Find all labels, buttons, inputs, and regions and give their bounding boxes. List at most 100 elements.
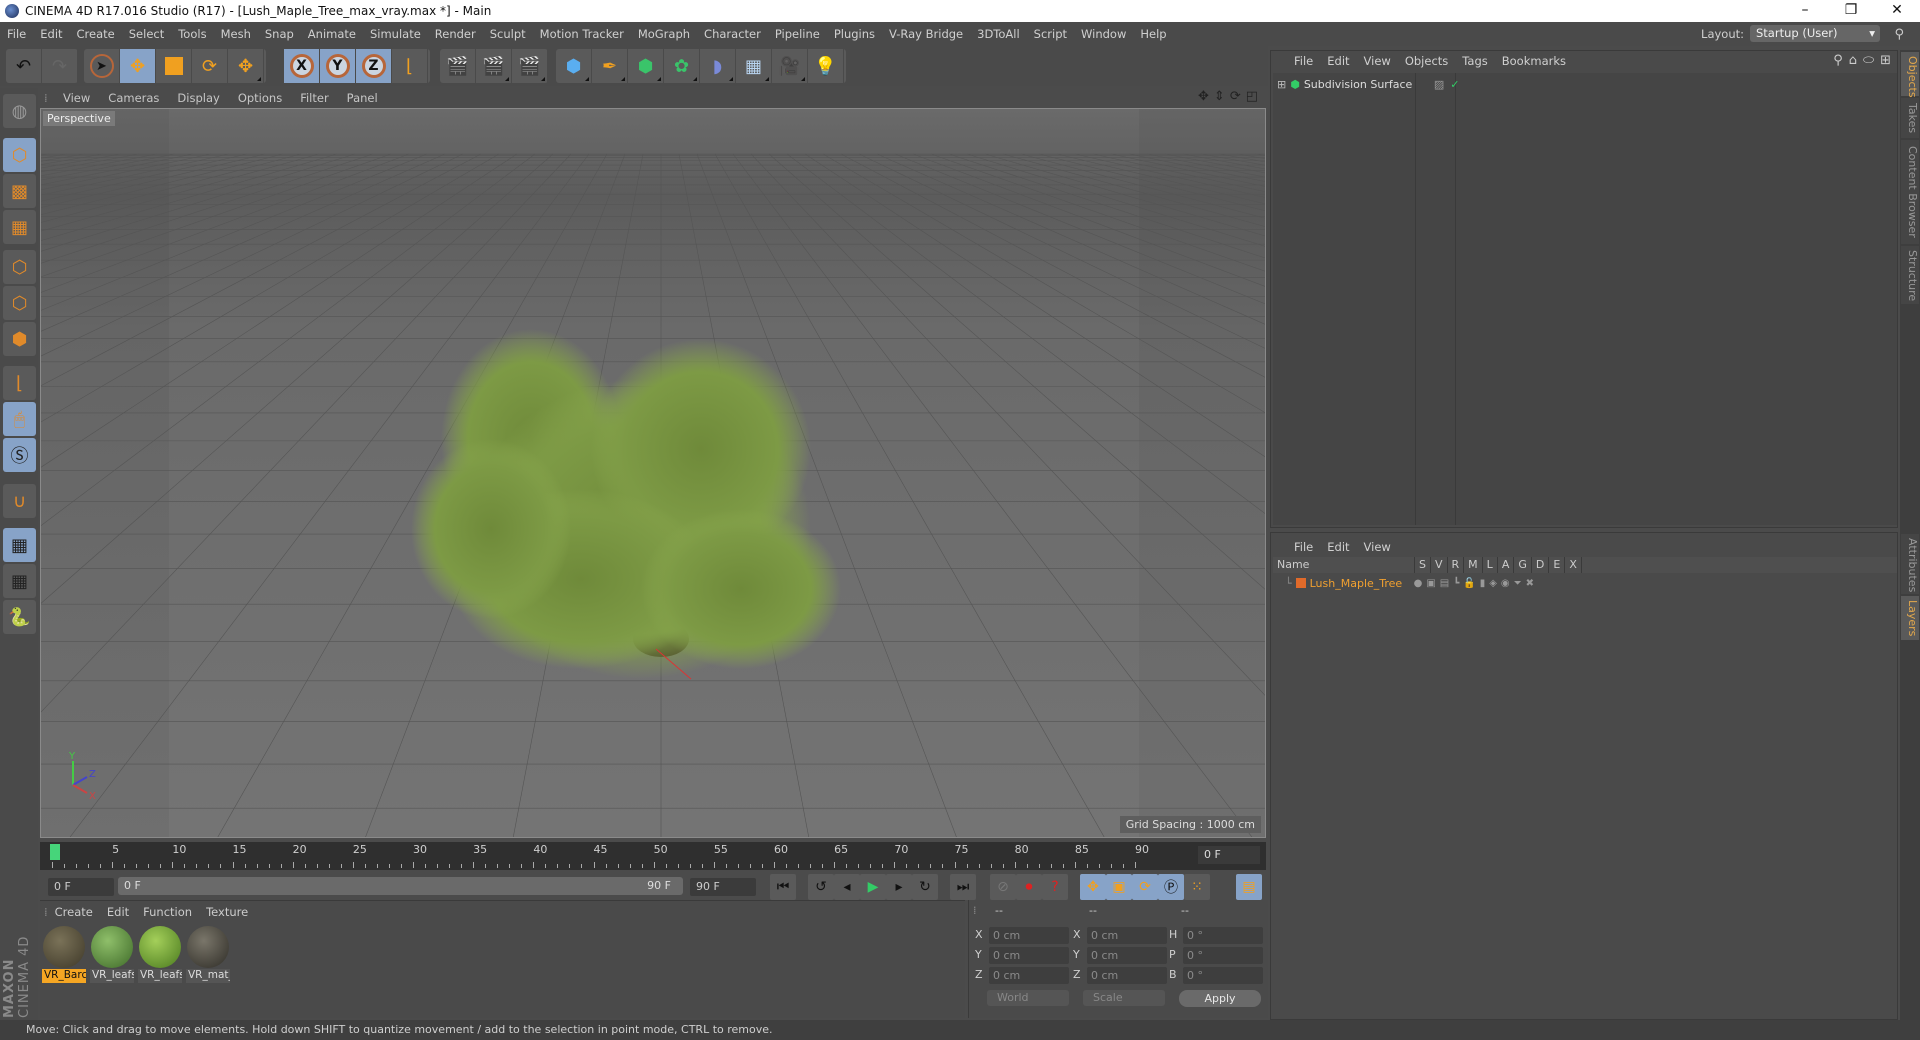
maximize-view-icon[interactable]: ◰ (1246, 89, 1258, 104)
redo-icon[interactable]: ↷ (42, 49, 78, 83)
size-z-field[interactable]: 0 cm (1087, 967, 1167, 984)
grip-icon[interactable]: ⁞ (973, 904, 977, 917)
timeline-ruler[interactable]: 051015202530354045505560657075808590 (40, 842, 1190, 870)
om-menu-view[interactable]: View (1357, 54, 1398, 68)
menu-edit[interactable]: Edit (33, 27, 69, 41)
undo-icon[interactable]: ↶ (6, 49, 42, 83)
tab-content-browser[interactable]: Content Browser (1901, 140, 1919, 244)
tab-attributes[interactable]: Attributes (1901, 534, 1919, 594)
grip-icon[interactable]: ⁞ (40, 91, 54, 105)
floor-icon[interactable]: ▦ (736, 49, 772, 83)
pos-x-field[interactable]: 0 cm (989, 927, 1069, 944)
goto-end-button[interactable]: ⏭ (950, 874, 976, 900)
key-position-button[interactable]: ✥ (1080, 874, 1106, 900)
om-menu-file[interactable]: File (1287, 54, 1320, 68)
menu-animate[interactable]: Animate (301, 27, 363, 41)
move-last-icon[interactable]: ✥ (228, 49, 264, 83)
key-pla-button[interactable]: ⁙ (1184, 874, 1210, 900)
material-item[interactable]: VR_leafs (138, 925, 182, 983)
snap-magnet-icon[interactable]: ∪ (3, 484, 36, 518)
viewport-menu-cameras[interactable]: Cameras (99, 91, 168, 105)
om-menu-tags[interactable]: Tags (1455, 54, 1494, 68)
col-animation[interactable]: A (1498, 557, 1515, 573)
prev-key-button[interactable]: ↺ (808, 874, 834, 900)
col-view[interactable]: V (1431, 557, 1448, 573)
end-frame-field[interactable]: 90 F (690, 878, 756, 896)
tab-layers[interactable]: Layers (1901, 596, 1919, 640)
autokey-button[interactable]: ⏺ (1016, 874, 1042, 900)
timeline-window-button[interactable]: ▤ (1236, 874, 1262, 900)
material-menu-edit[interactable]: Edit (100, 905, 136, 919)
frame-range-slider[interactable]: 0 F 90 F (118, 877, 683, 895)
render-picture-viewer-icon[interactable]: 🎬 (476, 49, 512, 83)
menu-3dtoall[interactable]: 3DToAll (970, 27, 1027, 41)
rot-h-field[interactable]: 0 ° (1183, 927, 1263, 944)
y-axis-lock[interactable]: Y (320, 49, 356, 83)
play-button[interactable]: ▶ (860, 874, 886, 900)
search-icon[interactable]: ⚲ (1894, 27, 1904, 42)
om-menu-bookmarks[interactable]: Bookmarks (1495, 54, 1573, 68)
object-name[interactable]: Subdivision Surface (1304, 78, 1420, 91)
menu-window[interactable]: Window (1074, 27, 1133, 41)
texture-mode-icon[interactable]: ▩ (3, 174, 36, 208)
menu-plugins[interactable]: Plugins (827, 27, 882, 41)
timeline[interactable]: 051015202530354045505560657075808590 0 F (40, 842, 1266, 870)
grip-icon[interactable]: ⁞ (40, 905, 48, 919)
menu-simulate[interactable]: Simulate (363, 27, 428, 41)
menu-motion-tracker[interactable]: Motion Tracker (533, 27, 631, 41)
menu-script[interactable]: Script (1027, 27, 1074, 41)
deformer-icon[interactable]: ◗ (700, 49, 736, 83)
coordinate-system-icon[interactable]: ⌊ (392, 49, 428, 83)
tab-objects[interactable]: Objects (1901, 52, 1919, 98)
prev-frame-button[interactable]: ◂ (834, 874, 860, 900)
cloner-icon[interactable]: ✿ (664, 49, 700, 83)
menu-vray-bridge[interactable]: V-Ray Bridge (882, 27, 970, 41)
new-window-icon[interactable]: ⊞ (1880, 53, 1891, 68)
col-xref[interactable]: X (1565, 557, 1582, 573)
python-icon[interactable]: 🐍 (3, 600, 36, 634)
select-icon[interactable]: ➤ (84, 49, 120, 83)
polygons-mode-icon[interactable]: ⬢ (3, 322, 36, 356)
current-frame-field[interactable]: 0 F (1198, 846, 1260, 864)
layer-row[interactable]: └ Lush_Maple_Tree ●▣▤┗🔓▮◈◉⏷✖ (1273, 575, 1897, 591)
menu-file[interactable]: File (0, 27, 33, 41)
size-x-field[interactable]: 0 cm (1087, 927, 1167, 944)
col-manager[interactable]: M (1464, 557, 1483, 573)
next-frame-button[interactable]: ▸ (886, 874, 912, 900)
workplane-mode-icon[interactable]: ▦ (3, 210, 36, 244)
camera-label[interactable]: Perspective (43, 111, 115, 126)
edit-tag-icon[interactable]: ▨ (1434, 78, 1444, 91)
pos-y-field[interactable]: 0 cm (989, 947, 1069, 964)
light-icon[interactable]: 💡 (808, 49, 844, 83)
minimize-button[interactable]: – (1782, 0, 1828, 22)
col-expressions[interactable]: E (1549, 557, 1566, 573)
layer-color-swatch[interactable] (1295, 578, 1306, 588)
make-editable-icon[interactable]: ◍ (3, 94, 36, 128)
lm-menu-edit[interactable]: Edit (1320, 540, 1356, 554)
menu-sculpt[interactable]: Sculpt (483, 27, 533, 41)
keyframe-selection-button[interactable]: ? (1042, 874, 1068, 900)
col-render[interactable]: R (1448, 557, 1465, 573)
menu-pipeline[interactable]: Pipeline (768, 27, 827, 41)
scale-icon[interactable] (156, 49, 192, 83)
edges-mode-icon[interactable]: ⬡ (3, 286, 36, 320)
om-menu-edit[interactable]: Edit (1320, 54, 1356, 68)
key-scale-button[interactable]: ▣ (1106, 874, 1132, 900)
close-button[interactable]: ✕ (1874, 0, 1920, 22)
start-frame-field[interactable]: 0 F (48, 878, 114, 896)
lm-menu-file[interactable]: File (1287, 540, 1320, 554)
move-icon[interactable]: ✥ (120, 49, 156, 83)
axis-mode-icon[interactable]: ⌊ (3, 366, 36, 400)
viewport-menu-view[interactable]: View (54, 91, 99, 105)
col-name[interactable]: Name (1273, 557, 1415, 573)
points-mode-icon[interactable]: ⬡ (3, 250, 36, 284)
3d-viewport[interactable]: Y Z X Perspective Grid Spacing : 1000 cm (40, 108, 1266, 838)
key-parameter-button[interactable]: Ⓟ (1158, 874, 1184, 900)
viewport-menu-display[interactable]: Display (168, 91, 228, 105)
restore-button[interactable]: ❐ (1828, 0, 1874, 22)
search-icon[interactable]: ⚲ (1833, 53, 1843, 68)
pos-z-field[interactable]: 0 cm (989, 967, 1069, 984)
record-disabled-button[interactable]: ⊘ (990, 874, 1016, 900)
home-icon[interactable]: ⌂ (1849, 53, 1857, 68)
col-locked[interactable]: L (1483, 557, 1498, 573)
